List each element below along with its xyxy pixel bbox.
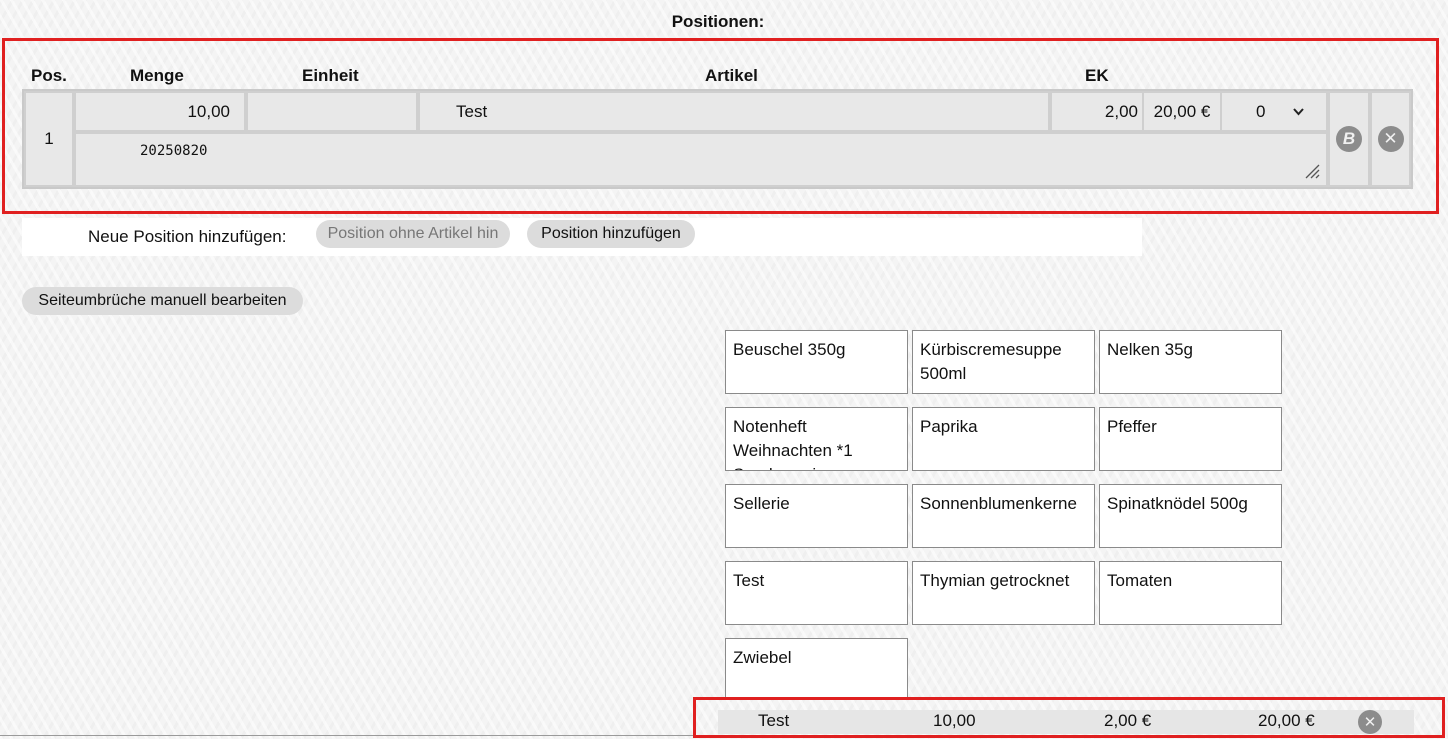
article-tile[interactable]: Pfeffer bbox=[1099, 407, 1282, 471]
header-pos: Pos. bbox=[31, 66, 67, 85]
article-tile[interactable]: Test bbox=[725, 561, 908, 625]
summary-highlight-frame bbox=[693, 697, 1445, 738]
divider bbox=[0, 735, 700, 736]
article-tile[interactable]: Paprika bbox=[912, 407, 1095, 471]
position-number: 1 bbox=[24, 91, 74, 187]
close-icon: ✕ bbox=[1377, 126, 1404, 152]
tax-select[interactable]: 0 bbox=[1220, 91, 1328, 132]
position-row: 1 10,00 Test 2,00 20,00 € 0 20250820 B ✕ bbox=[22, 89, 1413, 189]
quantity-input[interactable]: 10,00 bbox=[74, 91, 246, 132]
article-tile[interactable]: Sonnenblumenkerne bbox=[912, 484, 1095, 548]
article-tile[interactable]: Kürbiscremesuppe 500ml bbox=[912, 330, 1095, 394]
add-position-button[interactable]: Position hinzufügen bbox=[527, 220, 695, 248]
article-tile[interactable]: Sellerie bbox=[725, 484, 908, 548]
resize-handle-icon[interactable] bbox=[1304, 163, 1320, 179]
tax-select-value: 0 bbox=[1256, 101, 1266, 121]
unit-input[interactable] bbox=[246, 91, 418, 132]
page-breaks-button[interactable]: Seiteumbrüche manuell bearbeiten bbox=[22, 287, 303, 315]
line-total: 20,00 € bbox=[1142, 91, 1222, 132]
header-artikel: Artikel bbox=[705, 66, 758, 85]
header-menge: Menge bbox=[130, 66, 184, 85]
article-tile[interactable]: Notenheft Weihnachten *1 Sonderpreis bbox=[725, 407, 908, 471]
b-button[interactable]: B bbox=[1328, 91, 1370, 187]
note-text: 20250820 bbox=[140, 143, 208, 159]
add-position-label: Neue Position hinzufügen: bbox=[88, 227, 287, 246]
article-tile[interactable]: Spinatknödel 500g bbox=[1099, 484, 1282, 548]
header-einheit: Einheit bbox=[302, 66, 359, 85]
article-tile[interactable]: Zwiebel bbox=[725, 638, 908, 698]
section-title: Positionen: bbox=[671, 12, 765, 31]
position-note-textarea[interactable]: 20250820 bbox=[74, 132, 1328, 187]
purchase-price-input[interactable]: 2,00 bbox=[1050, 91, 1144, 132]
article-tile[interactable]: Beuschel 350g bbox=[725, 330, 908, 394]
article-tile[interactable]: Tomaten bbox=[1099, 561, 1282, 625]
chevron-down-icon bbox=[1293, 108, 1304, 116]
article-tile[interactable]: Thymian getrocknet bbox=[912, 561, 1095, 625]
header-ek: EK bbox=[1085, 66, 1109, 85]
add-position-bar: Neue Position hinzufügen: Position ohne … bbox=[22, 218, 1142, 256]
article-input[interactable]: Test bbox=[418, 91, 1050, 132]
b-icon: B bbox=[1336, 126, 1362, 152]
position-without-article-button[interactable]: Position ohne Artikel hin bbox=[316, 220, 510, 248]
article-tile[interactable]: Nelken 35g bbox=[1099, 330, 1282, 394]
delete-position-button[interactable]: ✕ bbox=[1370, 91, 1411, 187]
